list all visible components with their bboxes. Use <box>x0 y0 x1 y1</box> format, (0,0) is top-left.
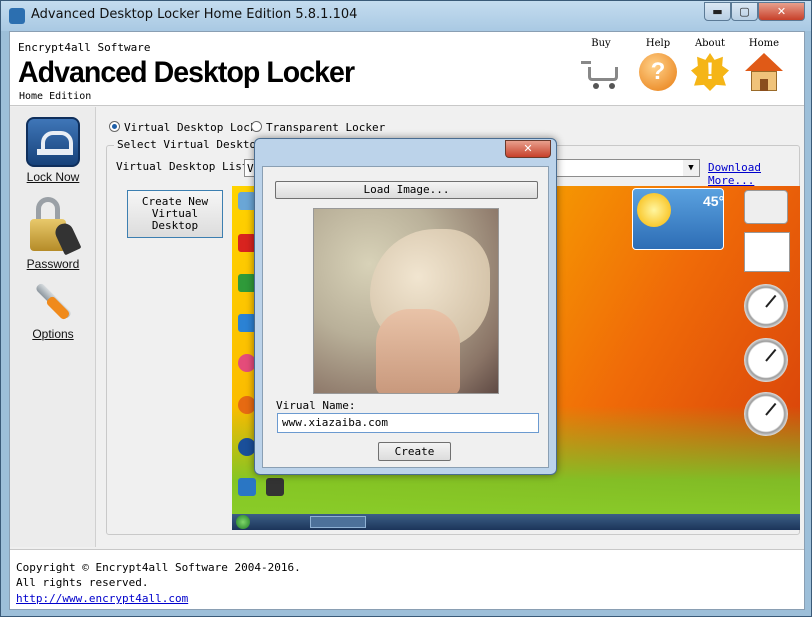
desktop-icon <box>238 478 256 496</box>
radio-virtual-indicator[interactable] <box>109 121 120 132</box>
header: Encrypt4all Software Advanced Desktop Lo… <box>10 32 804 106</box>
download-more-link[interactable]: Download More... <box>708 161 799 187</box>
group-title: Select Virtual Desktop <box>114 138 266 151</box>
dialog-create-button[interactable]: Create <box>378 442 451 461</box>
dialog-body: Load Image... Virual Name: www.xiazaiba.… <box>262 166 549 468</box>
footer: Copyright © Encrypt4all Software 2004-20… <box>10 549 804 609</box>
padlock-key-icon[interactable] <box>28 197 82 256</box>
taskbar-item <box>310 516 366 528</box>
clock-gadget <box>744 284 788 328</box>
about-icon[interactable]: ! <box>689 53 731 93</box>
app-icon <box>9 8 25 24</box>
sidebar-item-options[interactable]: Options <box>10 277 96 341</box>
load-image-button[interactable]: Load Image... <box>275 181 538 199</box>
password-link[interactable]: Password <box>10 257 96 271</box>
weather-gadget: 45° <box>632 188 724 250</box>
rights-text: All rights reserved. <box>16 576 149 589</box>
company-name: Encrypt4all Software <box>18 41 151 54</box>
sun-icon <box>637 193 671 227</box>
buy-label: Buy <box>591 38 611 49</box>
virtual-name-input[interactable]: www.xiazaiba.com <box>277 413 539 433</box>
chevron-down-icon[interactable]: ▼ <box>683 160 699 176</box>
maximize-button[interactable]: ▢ <box>731 2 758 21</box>
desktop-list-value: V <box>247 162 254 175</box>
help-label: Help <box>645 38 671 49</box>
virtual-name-label: Virual Name: <box>276 399 356 412</box>
lock-now-link[interactable]: Lock Now <box>10 170 96 184</box>
preview-taskbar <box>232 514 800 530</box>
title-bar[interactable]: Advanced Desktop Locker Home Edition 5.8… <box>1 1 811 31</box>
website-link[interactable]: http://www.encrypt4all.com <box>16 592 188 605</box>
close-button[interactable]: ✕ <box>758 2 805 21</box>
radio-transparent-label: Transparent Locker <box>266 121 386 134</box>
start-orb-icon <box>236 515 250 529</box>
buy-nav[interactable]: Buy <box>573 38 629 93</box>
desktop-list-label: Virtual Desktop List: <box>116 160 256 173</box>
cart-icon[interactable] <box>580 53 622 93</box>
image-preview <box>313 208 499 394</box>
clock-gadget <box>744 392 788 436</box>
home-icon[interactable] <box>743 53 785 93</box>
radio-virtual-desktop[interactable]: Virtual Desktop Lock <box>109 121 256 134</box>
copyright-text: Copyright © Encrypt4all Software 2004-20… <box>16 561 301 574</box>
minimize-button[interactable]: ▬ <box>704 2 731 21</box>
radio-virtual-label: Virtual Desktop Lock <box>124 121 257 134</box>
radio-transparent-locker[interactable]: Transparent Locker <box>251 121 385 134</box>
sidebar-item-password[interactable]: Password <box>10 197 96 271</box>
edition-label: Home Edition <box>19 91 92 102</box>
desktop-icon <box>266 478 284 496</box>
help-icon[interactable]: ? <box>637 53 679 93</box>
weather-temp: 45° <box>703 193 725 209</box>
create-virtual-desktop-button[interactable]: Create New Virtual Desktop <box>127 190 223 238</box>
slideshow-gadget <box>744 190 788 224</box>
about-label: About <box>694 38 726 49</box>
window-title: Advanced Desktop Locker Home Edition 5.8… <box>31 7 358 22</box>
wrench-icon[interactable] <box>31 277 75 321</box>
help-nav[interactable]: Help ? <box>630 38 686 93</box>
sidebar: Lock Now Password Options <box>10 107 96 547</box>
app-name: Advanced Desktop Locker <box>18 56 355 89</box>
lock-icon[interactable] <box>26 117 80 167</box>
home-nav[interactable]: Home <box>736 38 792 93</box>
radio-transparent-indicator[interactable] <box>251 121 262 132</box>
calendar-gadget <box>744 232 790 272</box>
sidebar-item-lock-now[interactable]: Lock Now <box>10 117 96 184</box>
clock-gadget <box>744 338 788 382</box>
create-virtual-desktop-dialog[interactable]: ✕ Load Image... Virual Name: www.xiazaib… <box>254 138 557 475</box>
preview-photo-detail <box>376 309 460 393</box>
about-nav[interactable]: About ! <box>682 38 738 93</box>
options-link[interactable]: Options <box>10 327 96 341</box>
dialog-close-button[interactable]: ✕ <box>505 140 551 158</box>
home-label: Home <box>748 38 780 49</box>
